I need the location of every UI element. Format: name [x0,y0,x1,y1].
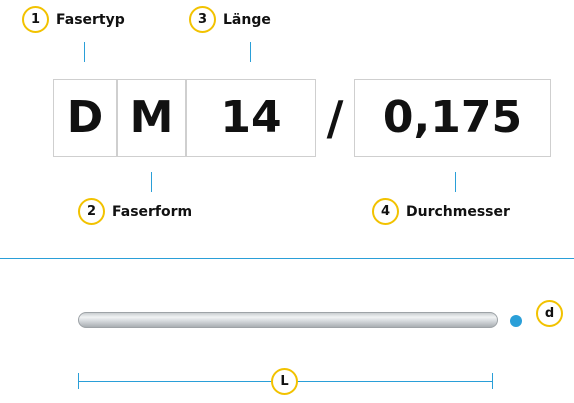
leader-line-fasertyp [84,42,85,62]
diameter-dot [510,315,522,327]
dimension-end-right [492,373,493,389]
callout-number-badge: 1 [22,6,49,33]
leader-line-faserform [151,172,152,192]
callout-number-badge: 3 [189,6,216,33]
leader-line-durchmesser [455,172,456,192]
diameter-callout: d [536,300,563,327]
code-box-durchmesser: 0,175 [354,79,551,157]
code-box-faserform: M [117,79,186,157]
callout-laenge: 3 Länge [189,6,271,33]
diameter-badge: d [536,300,563,327]
callout-fasertyp: 1 Fasertyp [22,6,125,33]
callout-durchmesser: 4 Durchmesser [372,198,510,225]
callout-number-badge: 2 [78,198,105,225]
callout-label: Durchmesser [406,203,510,220]
callout-number-badge: 4 [372,198,399,225]
callout-label: Fasertyp [56,11,125,28]
code-box-laenge: 14 [186,79,316,157]
length-callout: L [271,368,298,395]
code-box-fasertyp: D [53,79,117,157]
section-divider [0,258,574,259]
callout-label: Länge [223,11,271,28]
steel-fiber-illustration [78,312,498,328]
leader-line-laenge [250,42,251,62]
length-badge: L [271,368,298,395]
callout-label: Faserform [112,203,193,220]
code-separator: / [326,91,344,145]
callout-faserform: 2 Faserform [78,198,192,225]
